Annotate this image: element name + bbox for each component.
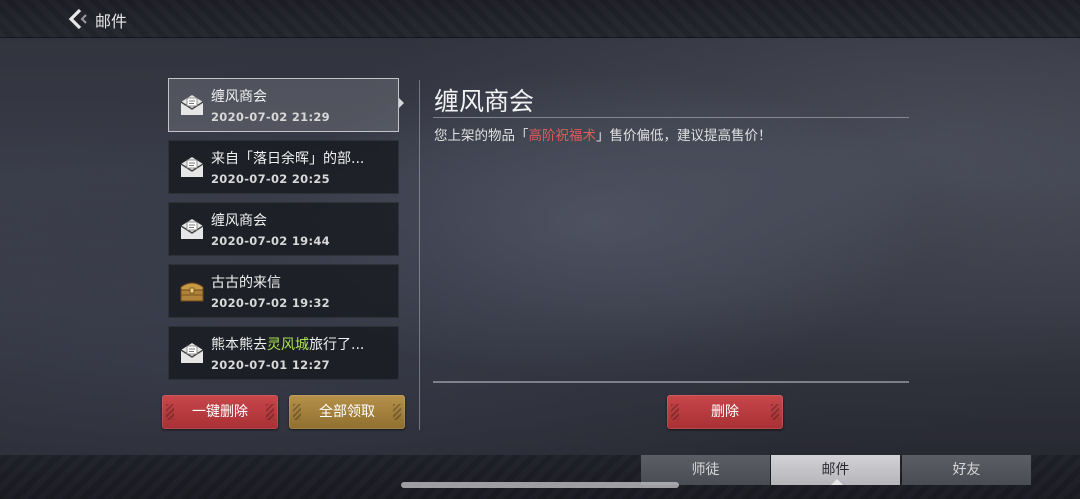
body-text: 您上架的物品「: [434, 128, 529, 144]
mail-sender: 缠风商会: [211, 89, 267, 105]
envelope-icon: [179, 155, 205, 179]
tab-mentor[interactable]: 师徒: [641, 455, 770, 485]
mail-date: 2020-07-02 19:32: [211, 296, 330, 310]
mail-date: 2020-07-02 21:29: [211, 110, 330, 124]
mail-detail-title: 缠风商会: [434, 87, 535, 116]
treasure-chest-icon: [179, 279, 205, 303]
delete-all-button[interactable]: 一键删除: [162, 395, 278, 429]
tab-friends[interactable]: 好友: [902, 455, 1031, 485]
mail-item[interactable]: 来自「落日余晖」的部... 2020-07-02 20:25: [168, 140, 399, 194]
body-text: 」售价偏低，建议提高售价！: [596, 128, 772, 144]
active-tab-marker-icon: [831, 479, 843, 485]
mail-sender: 熊本熊去灵风城旅行了...: [211, 334, 364, 354]
title-divider: [433, 117, 909, 118]
page-title: 邮件: [95, 12, 128, 31]
panel-divider: [419, 80, 420, 430]
mail-sender: 古古的来信: [211, 275, 281, 291]
mail-sender-highlight: 灵风城: [267, 337, 309, 353]
mail-sender: 缠风商会: [211, 213, 267, 229]
mail-item[interactable]: 古古的来信 2020-07-02 19:32: [168, 264, 399, 318]
mail-detail-body: 您上架的物品「高阶祝福术」售价偏低，建议提高售价！: [434, 124, 772, 144]
mail-date: 2020-07-02 19:44: [211, 234, 330, 248]
content-divider: [433, 381, 909, 383]
mail-sender-part: 旅行了...: [309, 337, 365, 353]
top-bar: [0, 0, 1080, 38]
mail-item[interactable]: 缠风商会 2020-07-02 21:29: [168, 78, 399, 132]
mail-date: 2020-07-01 12:27: [211, 358, 330, 372]
mail-item[interactable]: 缠风商会 2020-07-02 19:44: [168, 202, 399, 256]
delete-button[interactable]: 删除: [667, 395, 783, 429]
envelope-icon: [179, 341, 205, 365]
selection-arrow-icon: [399, 98, 404, 108]
item-name: 高阶祝福术: [528, 128, 597, 144]
home-indicator[interactable]: [401, 482, 679, 488]
mail-sender: 来自「落日余晖」的部...: [211, 151, 365, 167]
mail-sender-part: 熊本熊去: [211, 337, 267, 353]
envelope-icon: [179, 217, 205, 241]
mail-item[interactable]: 熊本熊去灵风城旅行了... 2020-07-01 12:27: [168, 326, 399, 380]
mail-date: 2020-07-02 20:25: [211, 172, 330, 186]
back-chevron-icon[interactable]: [64, 6, 90, 32]
envelope-icon: [179, 93, 205, 117]
collect-all-button[interactable]: 全部领取: [289, 395, 405, 429]
